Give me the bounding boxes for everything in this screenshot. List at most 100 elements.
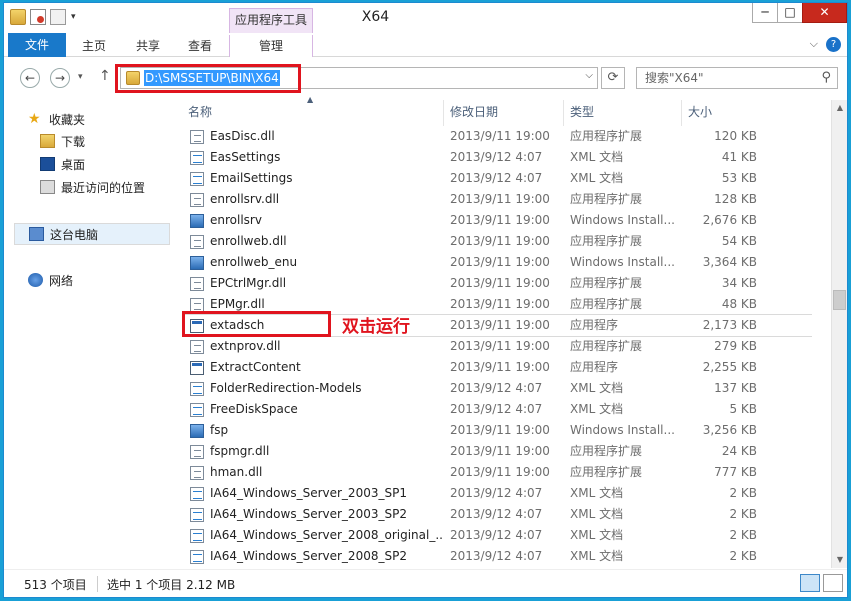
dll-file-icon <box>190 445 204 459</box>
file-row[interactable]: EasDisc.dll 2013/9/11 19:00 应用程序扩展 120 KB <box>182 126 812 147</box>
tab-home[interactable]: 主页 <box>74 35 114 57</box>
msi-file-icon <box>190 424 204 438</box>
file-row[interactable]: EmailSettings 2013/9/12 4:07 XML 文档 53 KB <box>182 168 812 189</box>
file-row[interactable]: IA64_Windows_Server_2008_SP2 2013/9/12 4:… <box>182 546 812 567</box>
refresh-button[interactable]: ⟳ <box>601 67 625 89</box>
ribbon-tabs: 文件 主页 共享 查看 管理 ⌵ ? <box>4 33 847 57</box>
file-size: 2 KB <box>729 549 757 563</box>
recent-locations-icon[interactable]: ▾ <box>78 72 83 82</box>
nav-item-label: 这台电脑 <box>50 227 99 242</box>
file-row[interactable]: enrollweb_enu 2013/9/11 19:00 Windows Inst… <box>182 252 812 273</box>
dll-file-icon <box>190 277 204 291</box>
file-date: 2013/9/11 19:00 <box>450 192 550 206</box>
maximize-button[interactable]: □ <box>777 3 803 23</box>
file-row[interactable]: enrollweb.dll 2013/9/11 19:00 应用程序扩展 54 KB <box>182 231 812 252</box>
file-date: 2013/9/12 4:07 <box>450 507 543 521</box>
explorer-window: ▾ 应用程序工具 X64 ─ □ ✕ 文件 主页 共享 查看 管理 ⌵ ? ← … <box>3 2 848 598</box>
target-file-highlight-box <box>182 311 331 337</box>
file-row[interactable]: ExtractContent 2013/9/11 19:00 应用程序 2,255 K… <box>182 357 812 378</box>
column-header-type[interactable]: 类型 <box>564 100 682 126</box>
file-row[interactable]: enrollsrv.dll 2013/9/11 19:00 应用程序扩展 128 KB <box>182 189 812 210</box>
column-header-size[interactable]: 大小 <box>682 100 764 126</box>
file-size: 34 KB <box>721 276 757 290</box>
file-row[interactable]: enrollsrv 2013/9/11 19:00 Windows Install.… <box>182 210 812 231</box>
desktop-icon <box>40 157 55 171</box>
file-type: 应用程序扩展 <box>570 234 643 248</box>
file-name: fsp <box>210 423 229 437</box>
close-button[interactable]: ✕ <box>802 3 847 23</box>
file-size: 53 KB <box>721 171 757 185</box>
file-row[interactable]: EasSettings 2013/9/12 4:07 XML 文档 41 KB <box>182 147 812 168</box>
file-type: 应用程序扩展 <box>570 129 643 143</box>
file-row[interactable]: fsp 2013/9/11 19:00 Windows Install... 3,25… <box>182 420 812 441</box>
vertical-scrollbar[interactable]: ▲ ▼ <box>831 100 847 568</box>
file-type: XML 文档 <box>570 381 624 395</box>
tab-view[interactable]: 查看 <box>180 35 220 57</box>
file-date: 2013/9/11 19:00 <box>450 129 550 143</box>
forward-button[interactable]: → <box>50 68 70 88</box>
ribbon-collapse-icon[interactable]: ⌵ <box>810 37 818 52</box>
file-date: 2013/9/11 19:00 <box>450 234 550 248</box>
nav-item-this-pc[interactable]: 这台电脑 <box>14 223 170 245</box>
file-row[interactable]: hman.dll 2013/9/11 19:00 应用程序扩展 777 KB <box>182 462 812 483</box>
file-name: extnprov.dll <box>210 339 281 353</box>
address-row: ← → ▾ ↑ D:\SMSSETUP\BIN\X64 ⌵ ⟳ ⚲ <box>4 58 847 98</box>
xml-file-icon <box>190 550 204 564</box>
help-icon[interactable]: ? <box>826 37 841 52</box>
tab-manage[interactable]: 管理 <box>229 35 313 57</box>
file-name: enrollsrv <box>210 213 262 227</box>
tab-file[interactable]: 文件 <box>8 33 66 57</box>
file-row[interactable]: IA64_Windows_Server_2008_original_... 201… <box>182 525 812 546</box>
column-header-name[interactable]: 名称 <box>182 100 444 126</box>
file-type: Windows Install... <box>570 255 675 269</box>
address-dropdown-icon[interactable]: ⌵ <box>585 70 593 81</box>
ribbon-right-controls: ⌵ ? <box>810 37 841 52</box>
file-type: 应用程序扩展 <box>570 192 643 206</box>
file-row[interactable]: FolderRedirection-Models 2013/9/12 4:07 XM… <box>182 378 812 399</box>
file-row[interactable]: extnprov.dll 2013/9/11 19:00 应用程序扩展 279 KB <box>182 336 812 357</box>
scroll-up-icon[interactable]: ▲ <box>832 100 848 116</box>
file-name: enrollweb.dll <box>210 234 287 248</box>
up-button[interactable]: ↑ <box>99 68 111 84</box>
file-row[interactable]: fspmgr.dll 2013/9/11 19:00 应用程序扩展 24 KB <box>182 441 812 462</box>
dll-file-icon <box>190 193 204 207</box>
nav-item-label: 下载 <box>61 134 86 149</box>
file-name: fspmgr.dll <box>210 444 270 458</box>
star-icon: ★ <box>28 111 41 127</box>
file-row[interactable]: EPCtrlMgr.dll 2013/9/11 19:00 应用程序扩展 34 KB <box>182 273 812 294</box>
annotation-callout: 双击运行 <box>342 317 410 337</box>
msi-file-icon <box>190 256 204 270</box>
scroll-down-icon[interactable]: ▼ <box>832 552 848 568</box>
view-switcher <box>800 574 843 592</box>
recent-places-icon <box>40 180 55 194</box>
search-icon[interactable]: ⚲ <box>821 70 831 85</box>
file-type: XML 文档 <box>570 549 624 563</box>
column-header-date[interactable]: 修改日期 <box>444 100 564 126</box>
msi-file-icon <box>190 214 204 228</box>
file-type: 应用程序扩展 <box>570 297 643 311</box>
window-title: X64 <box>361 9 390 25</box>
file-date: 2013/9/11 19:00 <box>450 297 550 311</box>
search-input[interactable] <box>637 68 807 88</box>
file-name: enrollsrv.dll <box>210 192 280 206</box>
file-date: 2013/9/11 19:00 <box>450 255 550 269</box>
large-icons-view-icon[interactable] <box>823 574 843 592</box>
file-type: XML 文档 <box>570 528 624 542</box>
scrollbar-thumb[interactable] <box>833 290 846 310</box>
nav-item-network[interactable]: 网络 <box>28 269 194 291</box>
dll-file-icon <box>190 298 204 312</box>
back-button[interactable]: ← <box>20 68 40 88</box>
file-date: 2013/9/11 19:00 <box>450 465 550 479</box>
file-row[interactable]: IA64_Windows_Server_2003_SP1 2013/9/12 4:… <box>182 483 812 504</box>
search-box[interactable]: ⚲ <box>636 67 838 89</box>
file-type: XML 文档 <box>570 402 624 416</box>
file-row[interactable]: FreeDiskSpace 2013/9/12 4:07 XML 文档 5 KB <box>182 399 812 420</box>
nav-item-favorites[interactable]: ★ 收藏夹 <box>28 108 194 130</box>
tab-share[interactable]: 共享 <box>128 35 168 57</box>
file-size: 3,256 KB <box>702 423 757 437</box>
details-view-icon[interactable] <box>800 574 820 592</box>
file-row[interactable]: IA64_Windows_Server_2003_SP2 2013/9/12 4:… <box>182 504 812 525</box>
minimize-button[interactable]: ─ <box>752 3 778 23</box>
file-name: IA64_Windows_Server_2008_SP2 <box>210 549 407 563</box>
file-type: 应用程序扩展 <box>570 276 643 290</box>
